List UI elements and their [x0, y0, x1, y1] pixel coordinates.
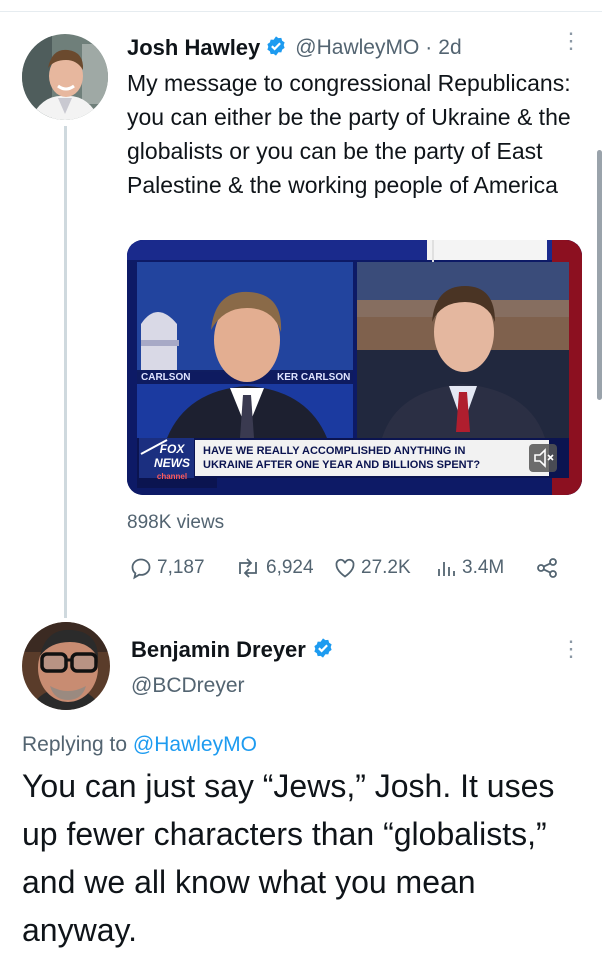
top-divider: [0, 11, 602, 12]
views-button[interactable]: 3.4M: [436, 556, 504, 580]
reply-button[interactable]: 7,187: [129, 556, 205, 580]
reply-author-avatar[interactable]: [22, 622, 110, 710]
retweet-button[interactable]: 6,924: [234, 556, 314, 580]
chyron-line-2: UKRAINE AFTER ONE YEAR AND BILLIONS SPEN…: [203, 459, 481, 471]
separator-dot: ·: [425, 36, 433, 59]
reply-icon: [131, 558, 151, 580]
tweet-actions: 7,187 6,924 27.2K 3.4M: [127, 556, 577, 584]
speaker-muted-icon[interactable]: [532, 447, 556, 469]
name-strip-right: KER CARLSON: [277, 372, 351, 383]
author-handle[interactable]: @HawleyMO: [295, 36, 419, 60]
retweet-icon: [239, 558, 257, 578]
video-player[interactable]: CARLSON KER CARLSON FOX NEWS channel HAV…: [127, 240, 582, 495]
more-options-icon[interactable]: ⋮: [560, 30, 582, 52]
retweet-count: 6,924: [266, 557, 314, 578]
verified-badge-icon: [312, 637, 334, 664]
reply-header: Benjamin Dreyer: [131, 635, 334, 665]
tweet-header: Josh Hawley @HawleyMO · 2d: [127, 34, 462, 62]
chyron-line-1: HAVE WE REALLY ACCOMPLISHED ANYTHING IN: [203, 445, 466, 457]
view-count: 898K views: [127, 512, 225, 533]
thread-connector: [64, 126, 67, 618]
replying-to: Replying to @HawleyMO: [22, 733, 257, 757]
scrollbar[interactable]: [597, 150, 602, 400]
share-icon: [537, 558, 557, 578]
author-avatar[interactable]: [22, 34, 108, 120]
reply-text: You can just say “Jews,” Josh. It uses u…: [22, 768, 555, 948]
replying-to-handle[interactable]: @HawleyMO: [133, 733, 257, 756]
video-chyron: HAVE WE REALLY ACCOMPLISHED ANYTHING IN …: [203, 444, 533, 472]
author-name[interactable]: Josh Hawley: [127, 35, 260, 61]
name-strip-left: CARLSON: [141, 372, 191, 383]
heart-icon: [335, 558, 355, 578]
replying-to-label: Replying to: [22, 733, 128, 756]
tweet-time[interactable]: 2d: [438, 36, 461, 60]
share-button[interactable]: [535, 556, 559, 580]
reply-count: 7,187: [157, 557, 205, 578]
like-count: 27.2K: [361, 557, 411, 578]
reply-author-name[interactable]: Benjamin Dreyer: [131, 637, 306, 663]
verified-badge-icon: [265, 35, 287, 62]
fox-news-logo: FOX NEWS channel: [154, 442, 190, 481]
analytics-icon: [438, 562, 455, 576]
tweet-text: My message to congressional Republicans:…: [127, 70, 571, 198]
view-count-stat: 3.4M: [462, 557, 505, 578]
like-button[interactable]: 27.2K: [333, 556, 411, 580]
reply-more-options-icon[interactable]: ⋮: [560, 638, 582, 660]
reply-author-handle[interactable]: @BCDreyer: [131, 674, 245, 698]
